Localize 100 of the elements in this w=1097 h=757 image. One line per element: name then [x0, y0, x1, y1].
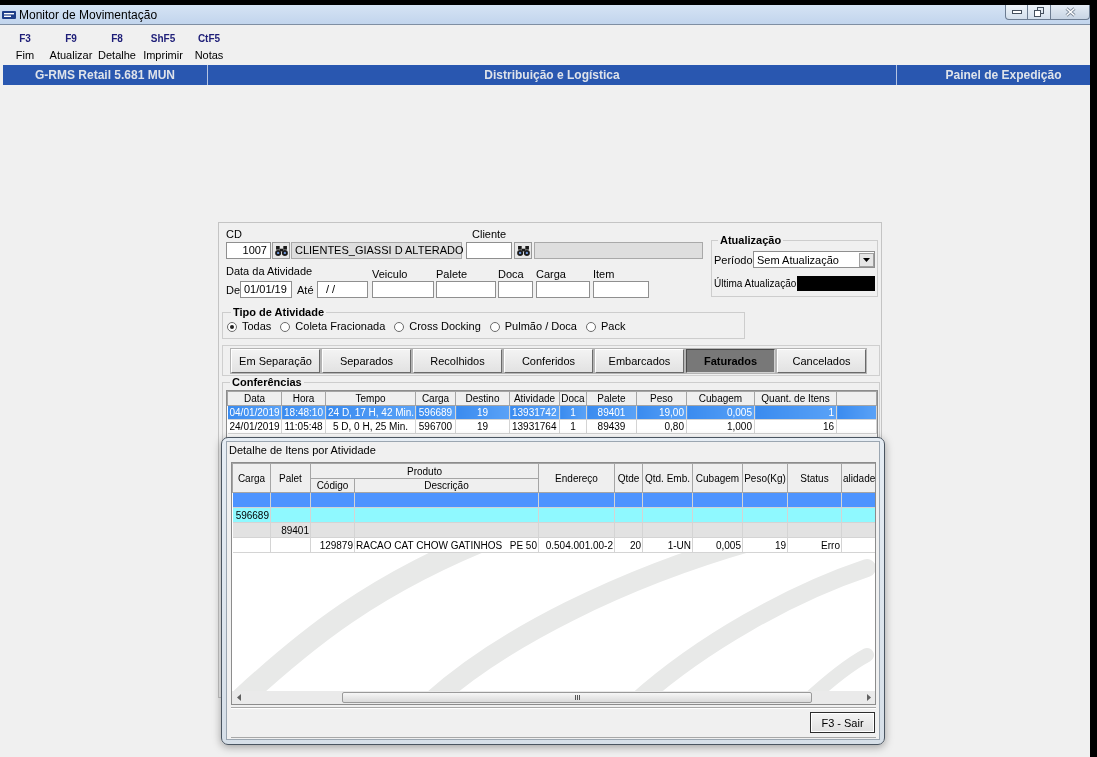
column-header: Palete — [586, 391, 637, 406]
status-tab[interactable]: Conferidos — [504, 349, 593, 373]
group-title: Tipo de Atividade — [232, 306, 326, 318]
table-cell: 20 — [614, 537, 643, 553]
exit-button[interactable]: F3 - Sair — [810, 712, 875, 733]
lookup-button[interactable] — [272, 242, 290, 259]
field-label: Até — [297, 283, 315, 296]
column-header: Hora — [281, 391, 326, 406]
text-field[interactable] — [593, 281, 649, 298]
minimize-icon — [1011, 10, 1022, 14]
table-cell: 89439 — [586, 419, 637, 434]
field-label: Cliente — [471, 228, 508, 240]
field-label: Carga — [536, 268, 567, 280]
radio-option[interactable]: Pack — [585, 320, 626, 333]
radio-option[interactable]: Cross Docking — [394, 320, 481, 333]
field-label: Última Atualização — [714, 277, 797, 290]
column-header: Cubagem — [686, 391, 755, 406]
column-header: Palet — [270, 463, 311, 493]
column-header: Doca — [559, 391, 587, 406]
column-header: Peso — [636, 391, 687, 406]
header-title: Painel de Expedição — [945, 67, 1062, 84]
group-title: Conferências — [231, 376, 303, 388]
status-tab[interactable]: Separados — [322, 349, 411, 373]
field-label: De — [226, 283, 240, 296]
field-label: Data da Atividade — [226, 265, 314, 277]
toolbar-button[interactable]: F9 Atualizar — [48, 25, 94, 65]
radio-option[interactable]: Coleta Fracionada — [280, 320, 386, 333]
table-cell: 0.504.001.00-2 — [538, 537, 615, 553]
app-logo-icon — [2, 10, 16, 19]
table-cell: Erro — [787, 537, 842, 553]
field-label: Palete — [436, 268, 469, 280]
text-field[interactable]: 1007 — [226, 242, 271, 259]
column-header: Peso(Kg) — [742, 463, 788, 493]
column-header: Status — [787, 463, 842, 493]
column-header: Quant. de Itens — [754, 391, 837, 406]
table-row[interactable]: 24/01/2019 11:05:48 5 D, 0 H, 25 Min. 596700 19 13931764 1 89439 0,80 1,000 16 — [227, 419, 877, 434]
horizontal-scrollbar[interactable] — [232, 691, 875, 704]
toolbar-button[interactable]: ShF5 Imprimir — [140, 25, 186, 65]
column-header: Carga — [415, 391, 456, 406]
column-header: Data — [227, 391, 282, 406]
text-field[interactable] — [466, 242, 512, 259]
status-tab[interactable]: Faturados — [686, 349, 775, 373]
scroll-right-icon[interactable] — [867, 694, 871, 701]
toolbar-button[interactable]: F8 Detalhe — [94, 25, 140, 65]
column-header: Destino — [455, 391, 510, 406]
radio-option[interactable]: Pulmão / Doca — [489, 320, 577, 333]
status-tab[interactable]: Cancelados — [777, 349, 866, 373]
text-field[interactable] — [498, 281, 533, 298]
toolbar-button[interactable]: CtF5 Notas — [186, 25, 232, 65]
field-label: Período — [714, 253, 753, 266]
table-cell: 5 D, 0 H, 25 Min. — [325, 419, 416, 434]
restore-icon — [1034, 7, 1044, 17]
text-field[interactable] — [436, 281, 496, 298]
table-cell: 24/01/2019 — [227, 419, 282, 434]
lookup-button[interactable] — [514, 242, 532, 259]
column-header: Atividade — [509, 391, 560, 406]
table-cell: 16 — [754, 419, 837, 434]
column-header: Tempo — [325, 391, 416, 406]
minimize-button[interactable] — [1005, 5, 1028, 20]
table-cell: 0,005 — [692, 537, 743, 553]
table-cell: 13931764 — [509, 419, 560, 434]
status-tab[interactable]: Em Separação — [231, 349, 320, 373]
scrollbar-thumb[interactable] — [342, 692, 812, 703]
text-field[interactable] — [372, 281, 434, 298]
header-title: Distribuição e Logística — [484, 67, 620, 84]
scroll-left-icon[interactable] — [237, 694, 241, 701]
close-button[interactable] — [1051, 5, 1090, 20]
table-cell: 19 — [455, 419, 510, 434]
status-tab[interactable]: Recolhidos — [413, 349, 502, 373]
binoculars-icon — [274, 245, 288, 256]
header-title: G-RMS Retail 5.681 MUN — [34, 67, 175, 84]
column-header: Endereço — [538, 463, 615, 493]
field-label: Doca — [498, 268, 525, 280]
period-select[interactable]: Sem Atualização — [753, 251, 875, 268]
column-group-header: Produto — [310, 463, 539, 479]
field-label: Item — [593, 268, 616, 280]
dialog-title: Detalhe de Itens por Atividade — [229, 443, 376, 457]
group-title: Atualização — [719, 234, 783, 246]
toolbar-button[interactable]: F3 Fim — [2, 25, 48, 65]
close-icon — [1064, 7, 1076, 17]
column-header: Qtde — [614, 463, 643, 493]
column-header: alidade — [841, 463, 875, 493]
text-field[interactable] — [536, 281, 590, 298]
window-title: Monitor de Movimentação — [19, 7, 158, 22]
column-header: Cubagem — [692, 463, 743, 493]
table-cell: 129879 — [310, 537, 355, 553]
table-cell: 89401 — [270, 522, 311, 538]
status-tab[interactable]: Embarcados — [595, 349, 684, 373]
field-label: CD — [226, 228, 243, 240]
table-cell: 0,80 — [636, 419, 687, 434]
table-cell: 1,000 — [686, 419, 755, 434]
binoculars-icon — [516, 245, 530, 256]
field-label: Veiculo — [372, 268, 409, 280]
column-header: Carga — [232, 463, 271, 493]
description-field: CLIENTES_GIASSI D ALTERADO — [291, 242, 462, 259]
radio-option[interactable]: Todas — [227, 320, 272, 333]
text-field[interactable]: 01/01/19 — [240, 281, 292, 298]
text-field[interactable]: / / — [317, 281, 368, 298]
table-cell: 11:05:48 — [281, 419, 326, 434]
restore-button[interactable] — [1028, 5, 1051, 20]
